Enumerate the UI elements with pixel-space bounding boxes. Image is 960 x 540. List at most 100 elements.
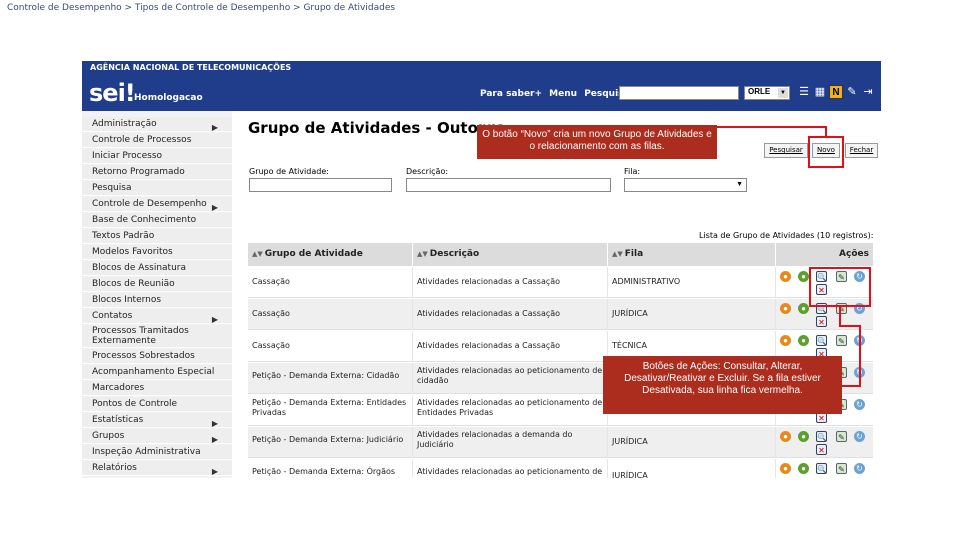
sidebar-item-estatisticas[interactable]: Estatísticas ▶ — [82, 413, 232, 428]
sidebar-item-processos-tramitados[interactable]: Processos Tramitados Externamente — [82, 325, 232, 348]
queue-filter-select[interactable]: ▼ — [624, 178, 747, 192]
sidebar-item-controle-processos[interactable]: Controle de Processos — [82, 133, 232, 148]
sidebar-item-modelos-favoritos[interactable]: Modelos Favoritos — [82, 245, 232, 260]
sidebar-item-controle-desempenho[interactable]: Controle de Desempenho ▶ — [82, 197, 232, 212]
sidebar-item-grupos[interactable]: Grupos ▶ — [82, 429, 232, 444]
description-filter-label: Descrição: — [406, 167, 449, 176]
edit-icon[interactable]: ✎ — [836, 335, 847, 346]
sidebar-item-contatos[interactable]: Contatos ▶ — [82, 309, 232, 324]
main-content: Grupo de Atividades - Outorga Pesquisar … — [232, 111, 881, 478]
table-caption: Lista de Grupo de Atividades (10 registr… — [699, 231, 874, 240]
edit-icon[interactable]: ✎ — [836, 463, 847, 474]
activate-icon[interactable]: ● — [798, 271, 809, 282]
sidebar-item-label: Blocos Internos — [92, 295, 162, 305]
sidebar-item-label: Textos Padrão — [92, 231, 155, 241]
close-button[interactable]: Fechar — [845, 143, 878, 158]
cell-description: Atividades relacionadas a Cassação — [413, 299, 608, 330]
sidebar-item-relatorios[interactable]: Relatórios ▶ — [82, 461, 232, 476]
col-header-group[interactable]: ▲▼ Grupo de Atividade — [248, 243, 413, 266]
col-header-description[interactable]: ▲▼ Descrição — [413, 243, 608, 266]
header-search-input[interactable] — [619, 86, 739, 100]
table-row[interactable]: Petição - Demanda Externa: Órgãos Ativid… — [248, 459, 873, 478]
view-icon[interactable]: ● — [780, 271, 791, 282]
deactivate-icon[interactable]: ↻ — [854, 463, 865, 474]
col-header-actions: Ações — [839, 249, 869, 259]
environment-label: Homologacao — [134, 93, 203, 103]
cell-group: Cassação — [248, 267, 413, 298]
description-filter-input[interactable] — [406, 178, 611, 192]
sidebar-item-pesquisa[interactable]: Pesquisa — [82, 181, 232, 196]
sidebar-item-acompanhamento-especial[interactable]: Acompanhamento Especial — [82, 365, 232, 380]
activate-icon[interactable]: ● — [798, 431, 809, 442]
group-filter-label: Grupo de Atividade: — [249, 167, 329, 176]
consult-icon[interactable]: 🔍 — [816, 431, 827, 442]
sidebar-item-administracao[interactable]: Administração ▶ — [82, 117, 232, 132]
notification-n-icon[interactable]: N — [829, 85, 843, 99]
view-icon[interactable]: ● — [780, 463, 791, 474]
sidebar-item-base-conhecimento[interactable]: Base de Conhecimento — [82, 213, 232, 228]
list-icon[interactable]: ☰ — [797, 85, 811, 99]
col-header-queue[interactable]: ▲▼ Fila — [608, 243, 776, 266]
sidebar-item-retorno-programado[interactable]: Retorno Programado — [82, 165, 232, 180]
consult-icon[interactable]: 🔍 — [816, 463, 827, 474]
activate-icon[interactable]: ● — [798, 303, 809, 314]
cell-group: Cassação — [248, 331, 413, 362]
exit-icon[interactable]: ⇥ — [861, 85, 875, 99]
cell-queue: JURÍDICA — [608, 427, 776, 458]
row-actions: ● ● 🔍 ✎ ↻ — [776, 463, 873, 478]
view-icon[interactable]: ● — [780, 303, 791, 314]
group-filter-input[interactable] — [249, 178, 392, 192]
delete-icon[interactable]: ✕ — [816, 444, 827, 455]
sort-icon[interactable]: ▲▼ — [252, 250, 263, 258]
sidebar-item-blocos-reuniao[interactable]: Blocos de Reunião — [82, 277, 232, 292]
search-button[interactable]: Pesquisar — [764, 143, 808, 158]
sidebar-item-marcadores[interactable]: Marcadores — [82, 381, 232, 396]
sort-icon[interactable]: ▲▼ — [612, 250, 623, 258]
table-row[interactable]: Cassação Atividades relacionadas a Cassa… — [248, 299, 873, 330]
deactivate-icon[interactable]: ↻ — [854, 431, 865, 442]
sidebar-item-textos-padrao[interactable]: Textos Padrão — [82, 229, 232, 244]
header-links: Para saber+ Menu Pesquisa — [480, 89, 634, 99]
cell-group: Petição - Demanda Externa: Judiciário — [248, 427, 413, 458]
chevron-down-icon: ▼ — [778, 88, 788, 98]
table-row[interactable]: Cassação Atividades relacionadas a Cassa… — [248, 267, 873, 298]
link-menu[interactable]: Menu — [549, 89, 577, 99]
view-icon[interactable]: ● — [780, 335, 791, 346]
sidebar-item-iniciar-processo[interactable]: Iniciar Processo — [82, 149, 232, 164]
sidebar-item-processos-sobrestados[interactable]: Processos Sobrestados — [82, 349, 232, 364]
sidebar-item-label: Controle de Processos — [92, 135, 192, 145]
cell-description: Atividades relacionadas a demanda do Jud… — [413, 427, 608, 458]
sidebar-item-inspecao-administrativa[interactable]: Inspeção Administrativa — [82, 445, 232, 460]
tools-icon[interactable]: ✎ — [845, 85, 859, 99]
view-icon[interactable]: ● — [780, 431, 791, 442]
deactivate-icon[interactable]: ↻ — [854, 399, 865, 410]
sidebar-item-label: Inspeção Administrativa — [92, 447, 201, 457]
cell-queue: ADMINISTRATIVO — [608, 267, 776, 298]
sidebar-item-blocos-assinatura[interactable]: Blocos de Assinatura — [82, 261, 232, 276]
edit-icon[interactable]: ✎ — [836, 431, 847, 442]
cell-group: Petição - Demanda Externa: Cidadão — [248, 363, 413, 394]
sidebar-item-label: Base de Conhecimento — [92, 215, 197, 225]
sei-logo[interactable]: sei! — [89, 79, 136, 107]
unit-select[interactable]: ORLE ▼ — [744, 86, 790, 100]
sidebar-item-label: Iniciar Processo — [92, 151, 163, 161]
col-header-label: Fila — [624, 249, 644, 259]
connector-line — [859, 325, 861, 387]
actions-highlight — [809, 267, 871, 307]
activate-icon[interactable]: ● — [798, 463, 809, 474]
chevron-down-icon: ▼ — [736, 181, 743, 188]
cell-description: Atividades relacionadas a Cassação — [413, 267, 608, 298]
sidebar-item-label: Relatórios — [92, 463, 137, 473]
sidebar-item-label: Acompanhamento Especial — [92, 367, 215, 377]
link-para-saber[interactable]: Para saber+ — [480, 89, 542, 99]
actions-callout: Botões de Ações: Consultar, Alterar, Des… — [603, 356, 842, 414]
activate-icon[interactable]: ● — [798, 335, 809, 346]
sidebar-item-blocos-internos[interactable]: Blocos Internos — [82, 293, 232, 308]
chevron-right-icon: ▶ — [211, 467, 218, 476]
sidebar-item-pontos-controle[interactable]: Pontos de Controle — [82, 397, 232, 412]
sort-icon[interactable]: ▲▼ — [417, 250, 428, 258]
grid-icon[interactable]: ▦ — [813, 85, 827, 99]
consult-icon[interactable]: 🔍 — [816, 335, 827, 346]
delete-icon[interactable]: ✕ — [816, 316, 827, 327]
table-row[interactable]: Petição - Demanda Externa: Judiciário At… — [248, 427, 873, 458]
